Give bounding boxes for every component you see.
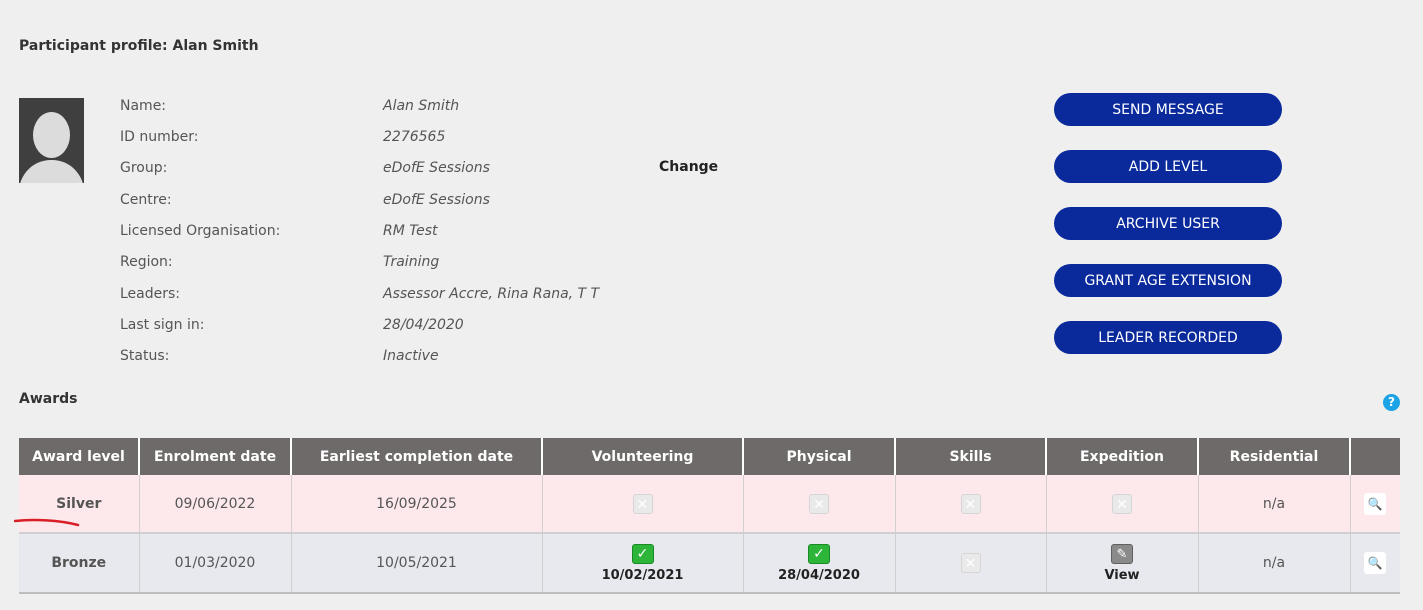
field-label: Last sign in: xyxy=(120,317,205,333)
avatar-body-icon xyxy=(19,160,84,183)
magnifier-icon[interactable]: 🔍 xyxy=(1364,492,1387,515)
field-value: Training xyxy=(383,254,440,270)
archive-user-button[interactable]: ARCHIVE USER xyxy=(1054,207,1282,240)
volunteering-cell: ✓ 10/02/2021 xyxy=(542,533,744,594)
awards-title: Awards xyxy=(19,391,78,407)
enrolment-date-cell: 09/06/2022 xyxy=(139,475,292,534)
awards-table: Award level Enrolment date Earliest comp… xyxy=(19,438,1400,594)
column-header: Physical xyxy=(743,438,896,475)
table-row: Bronze 01/03/2020 10/05/2021 ✓ 10/02/202… xyxy=(19,533,1400,594)
field-label: Group: xyxy=(120,160,168,176)
table-header-row: Award level Enrolment date Earliest comp… xyxy=(19,438,1400,475)
check-icon[interactable]: ✓ xyxy=(808,543,830,564)
x-icon: ✕ xyxy=(960,493,981,514)
field-value: Assessor Accre, Rina Rana, T T xyxy=(383,286,600,302)
field-value: eDofE Sessions xyxy=(383,160,490,176)
column-header: Volunteering xyxy=(542,438,744,475)
page-title: Participant profile: Alan Smith xyxy=(19,38,259,54)
completion-date: 10/02/2021 xyxy=(601,567,684,583)
expedition-cell: ✎ View xyxy=(1046,533,1199,594)
column-header: Enrolment date xyxy=(139,438,292,475)
column-header: Skills xyxy=(895,438,1047,475)
earliest-completion-cell: 10/05/2021 xyxy=(291,533,543,594)
view-link[interactable]: View xyxy=(1047,568,1198,583)
volunteering-cell: ✕ xyxy=(542,475,744,534)
field-label: Licensed Organisation: xyxy=(120,223,281,239)
send-message-button[interactable]: SEND MESSAGE xyxy=(1054,93,1282,126)
field-label: Name: xyxy=(120,98,167,114)
edit-icon[interactable]: ✎ xyxy=(1111,543,1133,564)
residential-cell: n/a xyxy=(1198,533,1351,594)
field-value: Inactive xyxy=(383,348,439,364)
field-value: 28/04/2020 xyxy=(383,317,464,333)
enrolment-date-cell: 01/03/2020 xyxy=(139,533,292,594)
column-header: Residential xyxy=(1198,438,1351,475)
add-level-button[interactable]: ADD LEVEL xyxy=(1054,150,1282,183)
help-icon[interactable]: ? xyxy=(1383,394,1400,411)
completion-date: 28/04/2020 xyxy=(778,567,860,583)
skills-cell: ✕ xyxy=(895,533,1047,594)
field-value: eDofE Sessions xyxy=(383,192,490,208)
field-value: 2276565 xyxy=(383,129,446,145)
column-header: Award level xyxy=(19,438,140,475)
x-icon: ✕ xyxy=(809,493,829,514)
field-label: ID number: xyxy=(120,129,199,145)
change-group-link[interactable]: Change xyxy=(659,159,718,175)
physical-cell: ✓ 28/04/2020 xyxy=(743,533,896,594)
table-row: Silver 09/06/2022 16/09/2025 ✕ ✕ ✕ ✕ n/a… xyxy=(19,475,1400,534)
residential-cell: n/a xyxy=(1198,475,1351,534)
leader-recorded-button[interactable]: LEADER RECORDED xyxy=(1054,321,1282,354)
earliest-completion-cell: 16/09/2025 xyxy=(291,475,543,534)
field-label: Region: xyxy=(120,254,173,270)
red-underline-annotation xyxy=(14,518,80,527)
field-label: Status: xyxy=(120,348,170,364)
avatar-head-icon xyxy=(33,112,70,158)
x-icon: ✕ xyxy=(960,553,981,573)
x-icon: ✕ xyxy=(632,493,653,514)
expedition-cell: ✕ xyxy=(1046,475,1199,534)
column-header xyxy=(1350,438,1400,475)
skills-cell: ✕ xyxy=(895,475,1047,534)
physical-cell: ✕ xyxy=(743,475,896,534)
field-label: Centre: xyxy=(120,192,172,208)
field-value: RM Test xyxy=(383,223,438,239)
grant-age-extension-button[interactable]: GRANT AGE EXTENSION xyxy=(1054,264,1282,297)
column-header: Expedition xyxy=(1046,438,1199,475)
x-icon: ✕ xyxy=(1112,493,1132,514)
check-icon[interactable]: ✓ xyxy=(631,543,654,564)
award-level-cell: Bronze xyxy=(19,533,140,594)
avatar xyxy=(19,98,84,183)
field-value: Alan Smith xyxy=(383,98,460,114)
view-details-cell: 🔍 xyxy=(1350,475,1400,534)
view-details-cell: 🔍 xyxy=(1350,533,1400,594)
field-label: Leaders: xyxy=(120,286,181,302)
column-header: Earliest completion date xyxy=(291,438,543,475)
magnifier-icon[interactable]: 🔍 xyxy=(1364,552,1387,574)
